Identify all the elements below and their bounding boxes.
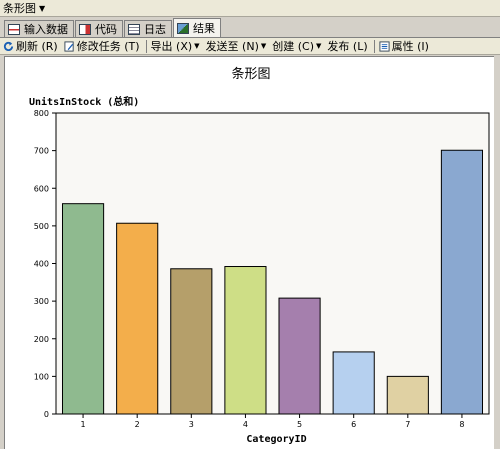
- x-tick-label: 5: [297, 420, 302, 429]
- bar: [61, 203, 105, 415]
- chevron-down-icon: ▼: [316, 42, 322, 50]
- y-tick-label: 0: [44, 410, 49, 419]
- bar: [332, 351, 375, 415]
- chevron-down-icon: ▼: [260, 42, 267, 50]
- tab-input-data[interactable]: 输入数据: [4, 20, 74, 37]
- bar: [224, 266, 267, 415]
- input-data-icon: [8, 23, 20, 35]
- y-axis-label: UnitsInStock (总和): [29, 95, 139, 108]
- bar-chart: 条形图 UnitsInStock (总和) 0 100 200 300 400 500 600 7…: [29, 66, 490, 445]
- x-tick-label: 6: [351, 420, 356, 429]
- tab-results[interactable]: 结果: [173, 18, 221, 37]
- bar: [170, 268, 213, 415]
- results-icon: [177, 22, 189, 34]
- tab-log[interactable]: 日志: [124, 20, 172, 37]
- x-tick-label: 4: [243, 420, 248, 429]
- x-tick-label: 2: [135, 420, 140, 429]
- refresh-button[interactable]: 刷新 (R): [3, 38, 58, 54]
- pane-scrollbar-gutter: [494, 56, 500, 449]
- publish-button[interactable]: 发布 (L): [327, 38, 367, 54]
- results-toolbar: 刷新 (R) 修改任务 (T) 导出 (X) ▼ 发送至 (N) ▼ 创建 (C…: [0, 38, 500, 55]
- properties-icon: [379, 40, 390, 52]
- bar: [278, 297, 321, 415]
- y-tick-label: 200: [34, 335, 49, 344]
- chevron-down-icon: ▼: [194, 42, 200, 50]
- y-tick-label: 800: [34, 109, 49, 118]
- results-pane: 条形图 UnitsInStock (总和) 0 100 200 300 400 500 600 7…: [4, 56, 500, 449]
- y-tick-label: 400: [34, 260, 49, 269]
- toolbar-separator: [373, 39, 375, 53]
- y-tick-label: 500: [34, 222, 49, 231]
- chevron-down-icon[interactable]: ▼: [39, 4, 45, 13]
- x-tick-label: 8: [459, 420, 464, 429]
- tab-label: 结果: [193, 22, 215, 35]
- y-tick-label: 700: [34, 147, 49, 156]
- tab-label: 代码: [95, 23, 117, 36]
- y-tick-label: 300: [34, 297, 49, 306]
- x-axis-label: CategoryID: [246, 434, 306, 445]
- x-tick-label: 7: [405, 420, 410, 429]
- toolbar-separator: [145, 39, 147, 53]
- x-tick-label: 3: [189, 420, 194, 429]
- modify-task-icon: [64, 40, 74, 52]
- bar: [116, 222, 159, 415]
- chart-title: 条形图: [231, 66, 270, 82]
- refresh-icon: [3, 41, 14, 51]
- export-button[interactable]: 导出 (X) ▼: [151, 38, 200, 54]
- bar: [386, 375, 429, 415]
- tab-label: 日志: [144, 23, 166, 36]
- tab-label: 输入数据: [24, 23, 68, 36]
- x-tick-label: 1: [81, 420, 86, 429]
- create-button[interactable]: 创建 (C) ▼: [272, 38, 321, 54]
- code-icon: [79, 23, 91, 35]
- modify-task-button[interactable]: 修改任务 (T): [64, 38, 140, 54]
- bar: [440, 149, 484, 415]
- properties-button[interactable]: 属性 (I): [379, 38, 429, 54]
- tab-strip: 输入数据 代码 日志 结果: [0, 18, 500, 38]
- tab-code[interactable]: 代码: [75, 20, 123, 37]
- send-to-button[interactable]: 发送至 (N) ▼: [206, 38, 267, 54]
- y-tick-label: 100: [34, 372, 49, 381]
- window-title: 条形图: [3, 2, 36, 15]
- log-icon: [128, 23, 140, 35]
- y-tick-label: 600: [34, 184, 49, 193]
- window-title-bar[interactable]: 条形图 ▼: [0, 0, 500, 17]
